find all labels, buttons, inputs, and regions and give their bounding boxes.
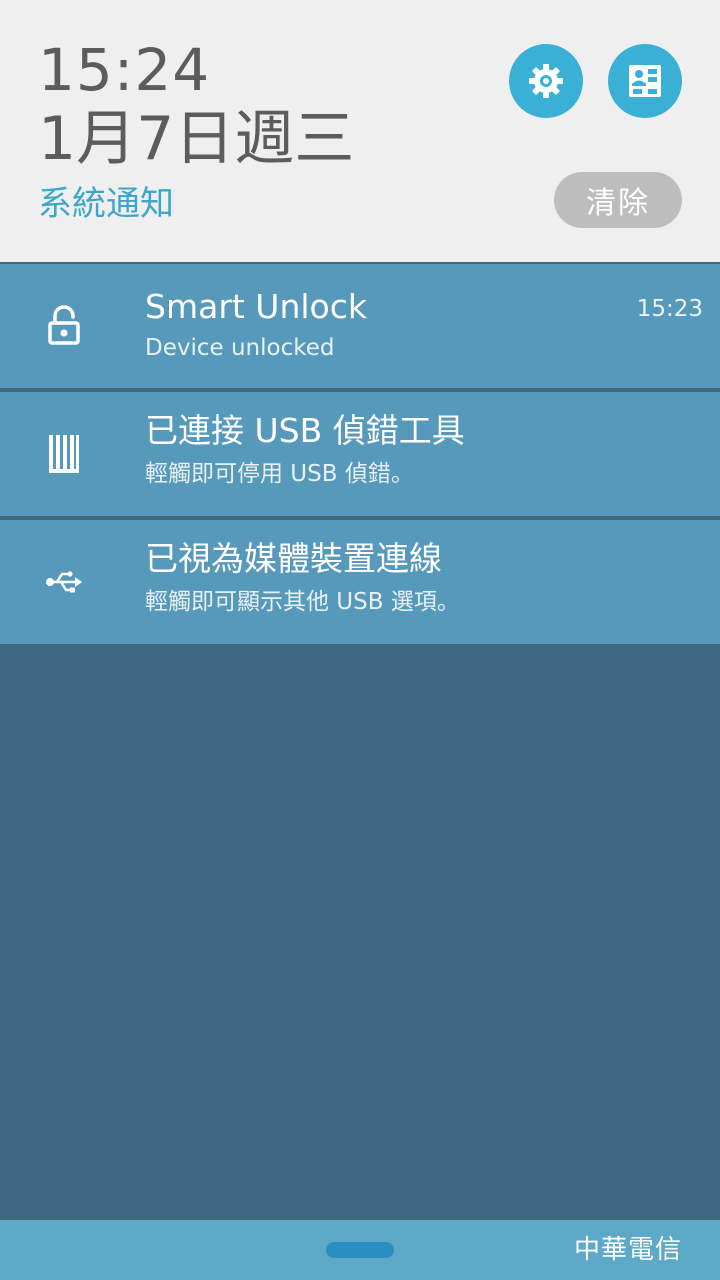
notification-icon	[34, 264, 94, 388]
notification-title: 已連接 USB 偵錯工具	[145, 411, 465, 450]
carrier-label: 中華電信	[573, 1235, 682, 1265]
usb-icon	[46, 571, 82, 593]
drag-handle[interactable]	[326, 1242, 394, 1258]
notification-subtitle: 輕觸即可顯示其他 USB 選項。	[145, 589, 460, 615]
section-label: 系統通知	[38, 184, 174, 224]
notification-usb-media[interactable]: 已視為媒體裝置連線 輕觸即可顯示其他 USB 選項。	[0, 520, 720, 644]
clock-time: 15:24	[38, 36, 211, 104]
notification-subtitle: Device unlocked	[145, 335, 335, 361]
clear-button[interactable]: 清除	[554, 172, 682, 228]
notification-icon	[34, 520, 94, 644]
quick-settings-button[interactable]	[608, 44, 682, 118]
settings-button[interactable]	[509, 44, 583, 118]
usb-debug-icon	[49, 435, 79, 473]
notification-header: 15:24 1月7日週三 系統通知 清除	[0, 0, 720, 262]
notification-smart-unlock[interactable]: Smart Unlock Device unlocked 15:23	[0, 264, 720, 388]
unlock-icon	[48, 305, 80, 345]
notification-icon	[34, 392, 94, 516]
notification-subtitle: 輕觸即可停用 USB 偵錯。	[145, 461, 414, 487]
quick-settings-icon	[629, 65, 661, 97]
date-label: 1月7日週三	[38, 104, 355, 174]
notification-usb-debugging[interactable]: 已連接 USB 偵錯工具 輕觸即可停用 USB 偵錯。	[0, 392, 720, 516]
notification-title: Smart Unlock	[145, 287, 367, 326]
notification-time: 15:23	[636, 296, 703, 322]
gear-icon	[529, 64, 563, 98]
shade-bottom-bar: 中華電信	[0, 1220, 720, 1280]
notification-title: 已視為媒體裝置連線	[145, 539, 442, 578]
